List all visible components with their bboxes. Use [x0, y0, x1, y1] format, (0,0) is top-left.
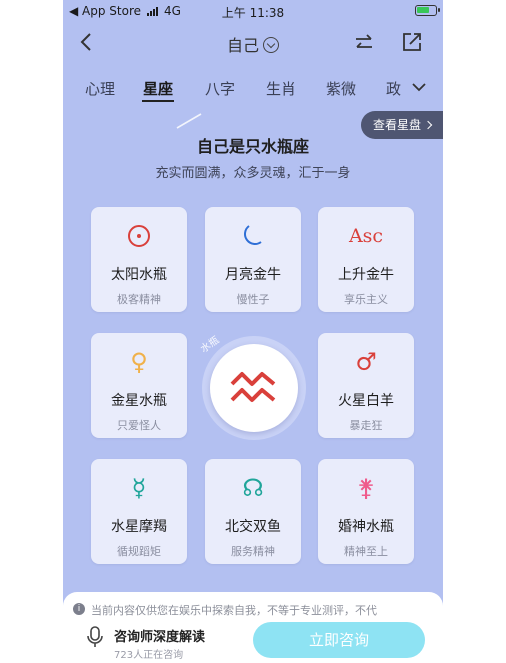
- profile-selector[interactable]: 自己: [63, 32, 443, 56]
- view-chart-label: 查看星盘: [373, 118, 422, 132]
- swap-icon[interactable]: [353, 32, 375, 54]
- consult-now-button[interactable]: 立即咨询: [253, 622, 425, 658]
- card-desc: 慢性子: [236, 293, 270, 306]
- chevron-down-icon: [263, 37, 279, 53]
- mars-icon: ♂: [355, 348, 377, 376]
- card-desc: 循规蹈矩: [117, 545, 161, 558]
- app-screen: ◀ App Store 4G 上午 11:38 自己 心理 星座 八字 生肖 紫…: [63, 0, 443, 663]
- tab-psychology[interactable]: 心理: [85, 78, 115, 99]
- card-desc: 暴走狂: [349, 419, 383, 432]
- card-title: 月亮金牛: [225, 267, 281, 283]
- tab-ziwei[interactable]: 紫微: [326, 78, 356, 99]
- tab-zodiac[interactable]: 生肖: [266, 78, 296, 99]
- moon-icon: [244, 225, 262, 245]
- mercury-icon: ☿: [131, 474, 147, 502]
- juno-icon: ⚵: [357, 474, 375, 502]
- chevron-down-icon[interactable]: [411, 80, 427, 94]
- chevron-right-icon: [423, 120, 433, 130]
- tab-politics[interactable]: 政: [386, 78, 401, 99]
- nav-bar: 自己: [63, 26, 443, 60]
- card-mars[interactable]: ♂ 火星白羊 暴走狂: [318, 333, 414, 438]
- card-title: 火星白羊: [338, 393, 394, 409]
- card-venus[interactable]: ♀ 金星水瓶 只爱怪人: [91, 333, 187, 438]
- card-title: 婚神水瓶: [338, 519, 394, 535]
- bottom-bar: 咨询师深度解读 723人正在咨询 立即咨询: [63, 616, 443, 663]
- card-north-node[interactable]: ☊ 北交双鱼 服务精神: [205, 459, 301, 564]
- card-title: 上升金牛: [338, 267, 394, 283]
- card-title: 太阳水瓶: [111, 267, 167, 283]
- sign-subheading: 充实而圆满，众多灵魂，汇于一身: [155, 166, 351, 181]
- card-desc: 极客精神: [117, 293, 161, 306]
- info-icon: i: [73, 603, 85, 615]
- share-icon[interactable]: [401, 31, 423, 53]
- card-title: 北交双鱼: [225, 519, 281, 535]
- card-desc: 享乐主义: [344, 293, 388, 306]
- sun-icon: [128, 225, 150, 247]
- card-title: 金星水瓶: [111, 393, 167, 409]
- sign-heading: 自己是只水瓶座: [196, 137, 309, 156]
- ascendant-icon: Asc: [348, 225, 384, 247]
- card-desc: 精神至上: [344, 545, 388, 558]
- card-sun[interactable]: 太阳水瓶 极客精神: [91, 207, 187, 312]
- card-title: 水星摩羯: [111, 519, 167, 535]
- battery-icon: [415, 5, 440, 16]
- card-desc: 只爱怪人: [117, 419, 161, 432]
- status-time: 上午 11:38: [221, 6, 285, 20]
- status-bar: ◀ App Store 4G 上午 11:38: [63, 0, 443, 22]
- microphone-icon: [87, 626, 103, 647]
- page-title: 自己: [226, 36, 259, 55]
- card-desc: 服务精神: [231, 545, 275, 558]
- consult-title: 咨询师深度解读: [114, 630, 206, 645]
- card-ascendant[interactable]: Asc 上升金牛 享乐主义: [318, 207, 414, 312]
- card-juno[interactable]: ⚵ 婚神水瓶 精神至上: [318, 459, 414, 564]
- tab-constellation[interactable]: 星座: [141, 78, 175, 102]
- aquarius-badge[interactable]: [210, 344, 298, 432]
- card-mercury[interactable]: ☿ 水星摩羯 循规蹈矩: [91, 459, 187, 564]
- venus-icon: ♀: [130, 348, 148, 376]
- north-node-icon: ☊: [242, 474, 264, 502]
- aquarius-icon: [230, 372, 276, 402]
- card-moon[interactable]: 月亮金牛 慢性子: [205, 207, 301, 312]
- sparkle-icon: [176, 113, 202, 129]
- tab-bazi[interactable]: 八字: [205, 78, 235, 99]
- consult-count: 723人正在咨询: [114, 650, 184, 661]
- category-tabs: 心理 星座 八字 生肖 紫微 政: [63, 76, 443, 104]
